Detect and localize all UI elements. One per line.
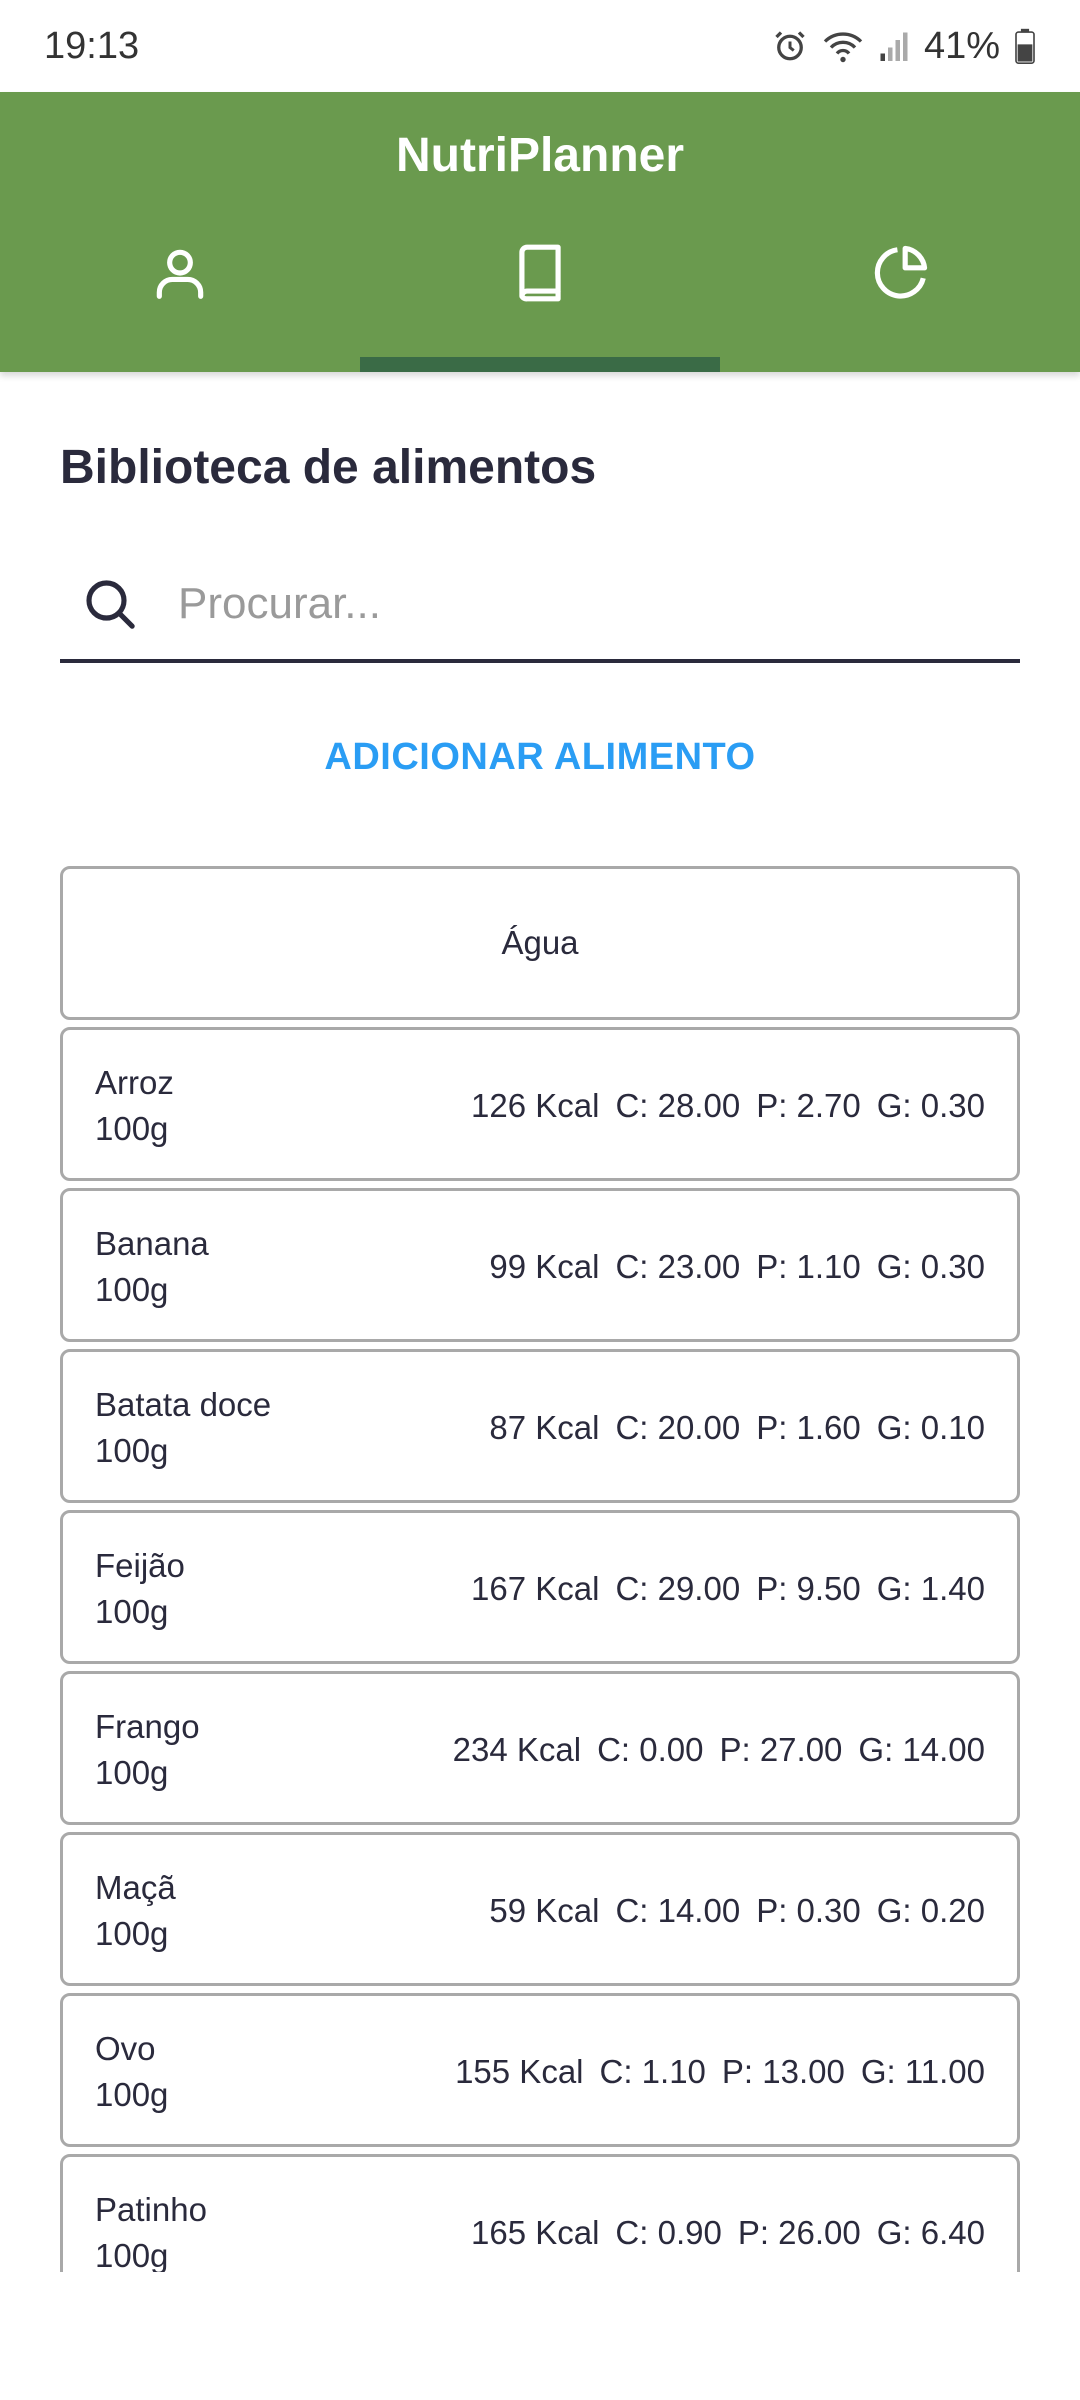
tab-profile[interactable] <box>0 232 360 372</box>
list-item-name: Água <box>501 924 579 961</box>
food-quantity: 100g <box>95 1593 169 1630</box>
food-quantity: 100g <box>95 1432 169 1469</box>
food-fat: G: 11.00 <box>860 2053 985 2090</box>
food-kcal: 87 Kcal <box>489 1409 600 1446</box>
tab-library[interactable] <box>360 232 720 372</box>
food-name: Frango <box>95 1708 200 1745</box>
food-name: Banana <box>95 1225 209 1262</box>
food-macros: 155 Kcal C: 1.10 P: 13.00 G: 11.00 <box>455 2053 985 2091</box>
food-name: Arroz <box>95 1064 174 1101</box>
food-macros: 99 Kcal C: 23.00 P: 1.10 G: 0.30 <box>489 1248 985 1286</box>
food-macros: 234 Kcal C: 0.00 P: 27.00 G: 14.00 <box>453 1731 985 1769</box>
food-protein: P: 26.00 <box>737 2214 861 2251</box>
food-fat: G: 14.00 <box>858 1731 985 1768</box>
food-fat: G: 0.30 <box>876 1087 985 1124</box>
food-card[interactable]: Ovo 100g 155 Kcal C: 1.10 P: 13.00 G: 11.00 <box>60 1993 1020 2147</box>
food-kcal: 155 Kcal <box>455 2053 584 2090</box>
food-protein: P: 1.10 <box>756 1248 861 1285</box>
page-title: Biblioteca de alimentos <box>60 441 597 494</box>
food-kcal: 234 Kcal <box>452 1731 582 1768</box>
list-item-water[interactable]: Água <box>60 866 1020 1020</box>
food-quantity: 100g <box>95 2237 169 2272</box>
signal-icon <box>880 32 908 61</box>
book-icon <box>519 244 561 302</box>
food-fat: G: 0.10 <box>876 1409 985 1446</box>
food-kcal: 167 Kcal <box>471 1570 600 1607</box>
food-card[interactable]: Batata doce 100g 87 Kcal C: 20.00 P: 1.60 G: … <box>60 1349 1020 1503</box>
food-macros: 165 Kcal C: 0.90 P: 26.00 G: 6.40 <box>471 2214 985 2252</box>
tab-stats[interactable] <box>720 232 1080 372</box>
food-quantity: 100g <box>95 1271 169 1308</box>
food-fat: G: 0.30 <box>876 1248 985 1285</box>
food-macros: 59 Kcal C: 14.00 P: 0.30 G: 0.20 <box>489 1892 985 1930</box>
food-fat: G: 1.40 <box>876 1570 985 1607</box>
search-icon <box>86 579 135 629</box>
food-card[interactable]: Patinho 100g 165 Kcal C: 0.90 P: 26.00 G: 6.4… <box>60 2154 1020 2272</box>
food-carbs: C: 0.00 <box>597 1731 704 1768</box>
food-protein: P: 2.70 <box>756 1087 861 1124</box>
food-card[interactable]: Frango 100g 234 Kcal C: 0.00 P: 27.00 G: 14.0… <box>60 1671 1020 1825</box>
food-protein: P: 0.30 <box>756 1892 861 1929</box>
food-carbs: C: 1.10 <box>599 2053 706 2090</box>
food-carbs: C: 28.00 <box>615 1087 741 1124</box>
food-protein: P: 1.60 <box>756 1409 861 1446</box>
food-carbs: C: 20.00 <box>615 1409 741 1446</box>
food-protein: P: 13.00 <box>721 2053 845 2090</box>
food-card[interactable]: Feijão 100g 167 Kcal C: 29.00 P: 9.50 G: 1.40 <box>60 1510 1020 1664</box>
food-kcal: 99 Kcal <box>489 1248 600 1285</box>
food-name: Feijão <box>95 1547 185 1584</box>
search-input[interactable] <box>176 577 960 630</box>
food-macros: 167 Kcal C: 29.00 P: 9.50 G: 1.40 <box>471 1570 985 1608</box>
food-carbs: C: 0.90 <box>615 2214 722 2251</box>
food-name: Patinho <box>95 2191 207 2228</box>
pie-chart-icon <box>874 245 928 299</box>
food-macros: 87 Kcal C: 20.00 P: 1.60 G: 0.10 <box>489 1409 985 1447</box>
food-list[interactable]: Água Arroz 100g 126 Kcal C: 28.00 P: 2.70 G: … <box>60 866 1020 2272</box>
food-fat: G: 6.40 <box>876 2214 985 2251</box>
food-fat: G: 0.20 <box>876 1892 985 1929</box>
food-card[interactable]: Banana 100g 99 Kcal C: 23.00 P: 1.10 G: 0.30 <box>60 1188 1020 1342</box>
food-kcal: 59 Kcal <box>489 1892 600 1929</box>
status-time: 19:13 <box>44 24 140 67</box>
status-icons: 41% <box>772 25 1036 68</box>
wifi-icon <box>823 32 863 63</box>
food-quantity: 100g <box>95 1915 169 1952</box>
food-kcal: 126 Kcal <box>471 1087 600 1124</box>
add-food-button[interactable]: ADICIONAR ALIMENTO <box>0 736 1080 779</box>
food-carbs: C: 14.00 <box>615 1892 741 1929</box>
food-card[interactable]: Arroz 100g 126 Kcal C: 28.00 P: 2.70 G: 0.30 <box>60 1027 1020 1181</box>
user-icon <box>156 249 204 299</box>
tab-bar <box>0 232 1080 372</box>
food-name: Batata doce <box>95 1386 272 1423</box>
food-kcal: 165 Kcal <box>470 2214 600 2251</box>
food-quantity: 100g <box>95 1754 169 1791</box>
status-bar: 19:13 41% <box>0 0 1080 92</box>
food-carbs: C: 23.00 <box>615 1248 741 1285</box>
food-quantity: 100g <box>95 2076 169 2113</box>
search-bar[interactable] <box>60 548 1020 663</box>
app-bar: NutriPlanner <box>0 92 1080 372</box>
food-name: Maçã <box>95 1869 176 1906</box>
food-macros: 126 Kcal C: 28.00 P: 2.70 G: 0.30 <box>471 1087 985 1125</box>
tab-indicator <box>360 357 720 372</box>
food-card[interactable]: Maçã 100g 59 Kcal C: 14.00 P: 0.30 G: 0.20 <box>60 1832 1020 1986</box>
battery-icon <box>1015 28 1035 64</box>
battery-percent: 41% <box>923 24 1000 67</box>
food-protein: P: 9.50 <box>756 1570 861 1607</box>
app-title: NutriPlanner <box>395 129 685 182</box>
food-protein: P: 27.00 <box>719 1731 843 1768</box>
food-quantity: 100g <box>95 1110 169 1147</box>
food-carbs: C: 29.00 <box>615 1570 741 1607</box>
alarm-icon <box>775 31 805 61</box>
food-name: Ovo <box>95 2030 156 2067</box>
